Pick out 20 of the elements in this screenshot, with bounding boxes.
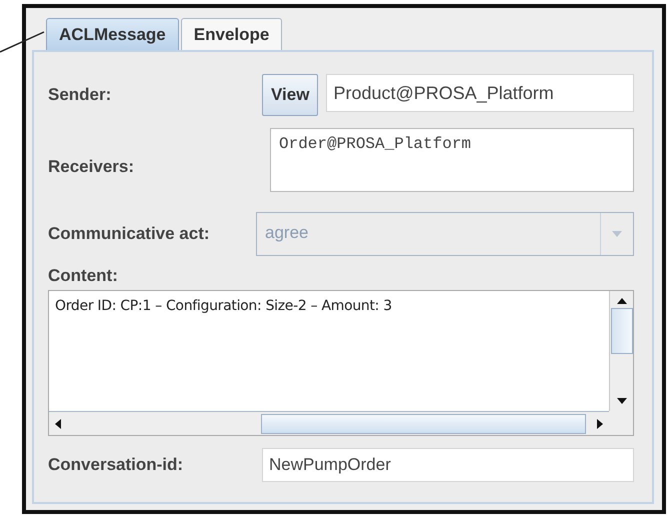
tab[interactable]: Envelope bbox=[180, 18, 282, 50]
sender-field[interactable]: Product@PROSA_Platform bbox=[326, 74, 634, 112]
up-arrow-icon bbox=[616, 298, 626, 304]
tab[interactable]: ACLMessage bbox=[46, 18, 179, 50]
view-button[interactable]: View bbox=[262, 74, 318, 116]
content-label: Content: bbox=[48, 266, 119, 286]
sender-label: Sender: bbox=[48, 85, 112, 105]
down-arrow-icon bbox=[616, 398, 626, 404]
right-arrow-icon bbox=[597, 418, 603, 428]
vertical-scrollbar[interactable] bbox=[609, 291, 633, 411]
conversation-id-field[interactable]: NewPumpOrder bbox=[262, 448, 634, 482]
receivers-label: Receivers: bbox=[48, 156, 136, 177]
leader-line bbox=[0, 30, 46, 54]
communicative-act-label: Communicative act: bbox=[48, 224, 211, 244]
content-text: Order ID: CP:1 – Configuration: Size-2 – Amount: 3 bbox=[55, 298, 392, 314]
conversation-id-label: Conversation-id: bbox=[48, 455, 184, 475]
horizontal-scrollbar[interactable] bbox=[49, 411, 609, 435]
receivers-field[interactable]: Order@PROSA_Platform bbox=[270, 128, 634, 192]
left-arrow-icon bbox=[55, 418, 61, 428]
caret-icon bbox=[612, 231, 622, 237]
